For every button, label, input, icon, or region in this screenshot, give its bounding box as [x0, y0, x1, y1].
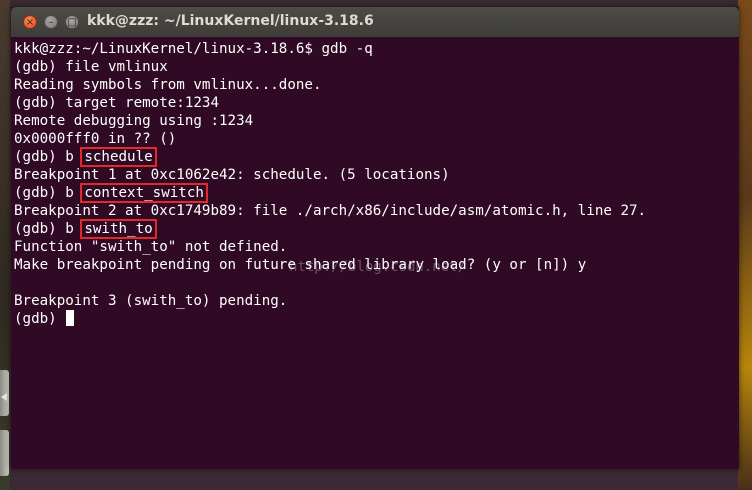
terminal-line: (gdb)	[14, 310, 726, 328]
highlighted-breakpoint-target: context_switch	[80, 183, 208, 203]
terminal-line: 0x0000fff0 in ?? ()	[14, 131, 177, 147]
terminal-window: × – □ kkk@zzz: ~/LinuxKernel/linux-3.18.…	[11, 7, 739, 469]
terminal-line: Reading symbols from vmlinux...done.	[14, 77, 322, 93]
terminal-line: (gdb) b swith_to	[14, 219, 726, 239]
terminal-line: (gdb) b context_switch	[14, 183, 726, 203]
terminal-line: Function "swith_to" not defined.	[14, 239, 288, 255]
terminal-line: Breakpoint 1 at 0xc1062e42: schedule. (5…	[14, 167, 450, 183]
watermark: http://blog.csdn.net/	[289, 259, 467, 275]
terminal-line: Breakpoint 3 (swith_to) pending.	[14, 293, 288, 309]
gdb-prompt: (gdb)	[14, 311, 66, 327]
launcher-app-icon[interactable]	[0, 430, 9, 476]
window-title: kkk@zzz: ~/LinuxKernel/linux-3.18.6	[87, 13, 374, 29]
launcher-active-arrow-icon	[1, 393, 7, 401]
title-bar[interactable]: × – □ kkk@zzz: ~/LinuxKernel/linux-3.18.…	[11, 7, 739, 37]
highlighted-breakpoint-target: swith_to	[80, 219, 157, 239]
terminal-line: kkk@zzz:~/LinuxKernel/linux-3.18.6$ gdb …	[14, 41, 373, 57]
terminal-line: (gdb) b schedule	[14, 147, 726, 167]
launcher-bar	[0, 0, 10, 490]
text-cursor[interactable]	[66, 310, 75, 326]
maximize-icon[interactable]: □	[65, 15, 79, 29]
terminal-line: (gdb) target remote:1234	[14, 95, 219, 111]
terminal-output[interactable]: kkk@zzz:~/LinuxKernel/linux-3.18.6$ gdb …	[14, 40, 726, 466]
terminal-line: (gdb) file vmlinux	[14, 59, 168, 75]
highlighted-breakpoint-target: schedule	[80, 147, 157, 167]
desktop-wallpaper	[738, 0, 752, 490]
minimize-icon[interactable]: –	[44, 15, 58, 29]
gdb-prompt: (gdb) b	[14, 149, 83, 165]
close-icon[interactable]: ×	[23, 15, 37, 29]
terminal-line: Remote debugging using :1234	[14, 113, 254, 129]
gdb-prompt: (gdb) b	[14, 221, 83, 237]
terminal-line: Breakpoint 2 at 0xc1749b89: file ./arch/…	[14, 203, 647, 219]
gdb-prompt: (gdb) b	[14, 185, 83, 201]
